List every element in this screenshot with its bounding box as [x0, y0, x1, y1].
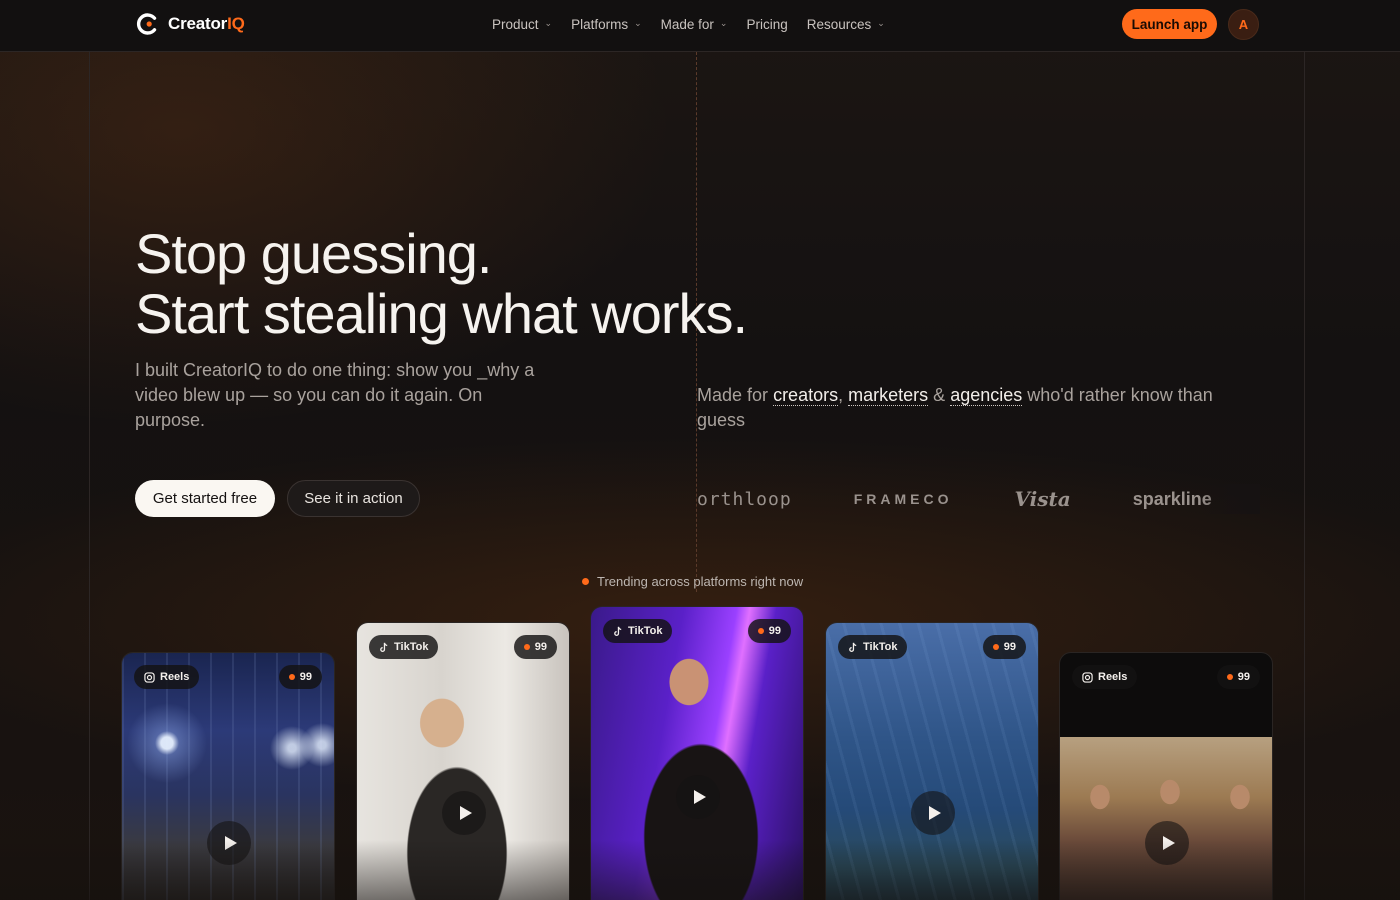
chevron-down-icon: ⌄	[877, 18, 885, 28]
bottom-fade	[0, 840, 1400, 900]
logo-orthloop: orthloop	[697, 488, 792, 510]
score-dot-icon	[523, 644, 530, 650]
play-button[interactable]	[442, 791, 486, 835]
nav-item-label: Pricing	[746, 17, 788, 32]
brand-logo[interactable]: CreatorIQ	[136, 12, 245, 36]
score-badge: 99	[278, 665, 322, 689]
top-nav: CreatorIQ Product ⌄ Platforms ⌄ Made for…	[0, 0, 1400, 52]
play-button[interactable]	[911, 791, 955, 835]
get-started-button[interactable]: Get started free	[135, 480, 275, 517]
hero-subcopy: I built CreatorIQ to do one thing: show …	[135, 360, 535, 430]
client-logos: orthloop FRAMECO Vista sparkline V	[697, 484, 1257, 514]
nav-item-pricing[interactable]: Pricing	[746, 17, 787, 32]
nav-item-product[interactable]: Product ⌄	[492, 17, 552, 32]
instagram-icon	[1082, 671, 1093, 683]
score-dot-icon	[757, 628, 764, 634]
logo-frameco: FRAMECO	[853, 491, 953, 507]
score-badge: 99	[982, 635, 1026, 659]
instagram-icon	[144, 671, 155, 683]
chevron-down-icon: ⌄	[634, 18, 642, 28]
chevron-down-icon: ⌄	[719, 18, 728, 28]
frame-line-right	[1304, 0, 1305, 900]
link-marketers[interactable]: marketers	[848, 385, 929, 406]
headline-line-1: Stop guessing.	[135, 222, 492, 285]
platform-badge: TikTok	[603, 619, 673, 643]
chevron-down-icon: ⌄	[544, 18, 553, 28]
nav-item-label: Platforms	[571, 17, 629, 32]
tiktok-icon	[849, 642, 857, 652]
see-in-action-button[interactable]: See it in action	[287, 480, 420, 517]
score-dot-icon	[1226, 674, 1233, 680]
tiktok-icon	[614, 626, 622, 636]
score-badge: 99	[747, 619, 791, 643]
score-dot-icon	[992, 644, 999, 650]
nav-links: Product ⌄ Platforms ⌄ Made for ⌄ Pricing…	[492, 17, 885, 32]
nav-item-label: Product	[492, 17, 539, 32]
link-creators[interactable]: creators	[773, 385, 839, 406]
logos-fade	[1200, 484, 1260, 514]
nav-item-resources[interactable]: Resources ⌄	[807, 17, 885, 32]
user-avatar[interactable]: A	[1228, 9, 1259, 40]
headline-line-2: Start stealing what works.	[135, 282, 748, 345]
logo-vista: Vista	[1014, 487, 1071, 511]
link-agencies[interactable]: agencies	[950, 385, 1023, 406]
score-badge: 99	[513, 635, 557, 659]
brand-name: CreatorIQ	[168, 14, 245, 33]
platform-badge: TikTok	[369, 635, 439, 659]
platform-badge: TikTok	[838, 635, 908, 659]
brand-mark-icon	[136, 13, 157, 35]
nav-item-label: Resources	[806, 17, 872, 32]
launch-app-button[interactable]: Launch app	[1122, 9, 1217, 39]
trending-label: Trending across platforms right now	[582, 574, 803, 589]
nav-item-made-for[interactable]: Made for ⌄	[661, 17, 728, 32]
play-button[interactable]	[676, 775, 720, 819]
platform-badge: Reels	[134, 665, 200, 689]
score-dot-icon	[288, 674, 295, 680]
live-dot-icon	[582, 578, 589, 585]
score-badge: 99	[1216, 665, 1260, 689]
made-for-text: Made for creators, marketers & agencies …	[697, 385, 1213, 430]
nav-item-platforms[interactable]: Platforms ⌄	[571, 17, 642, 32]
hero-headline: Stop guessing. Start stealing what works…	[135, 222, 748, 345]
frame-line-left	[89, 0, 90, 900]
platform-badge: Reels	[1072, 665, 1138, 689]
tiktok-icon	[380, 642, 388, 652]
nav-item-label: Made for	[660, 17, 714, 32]
